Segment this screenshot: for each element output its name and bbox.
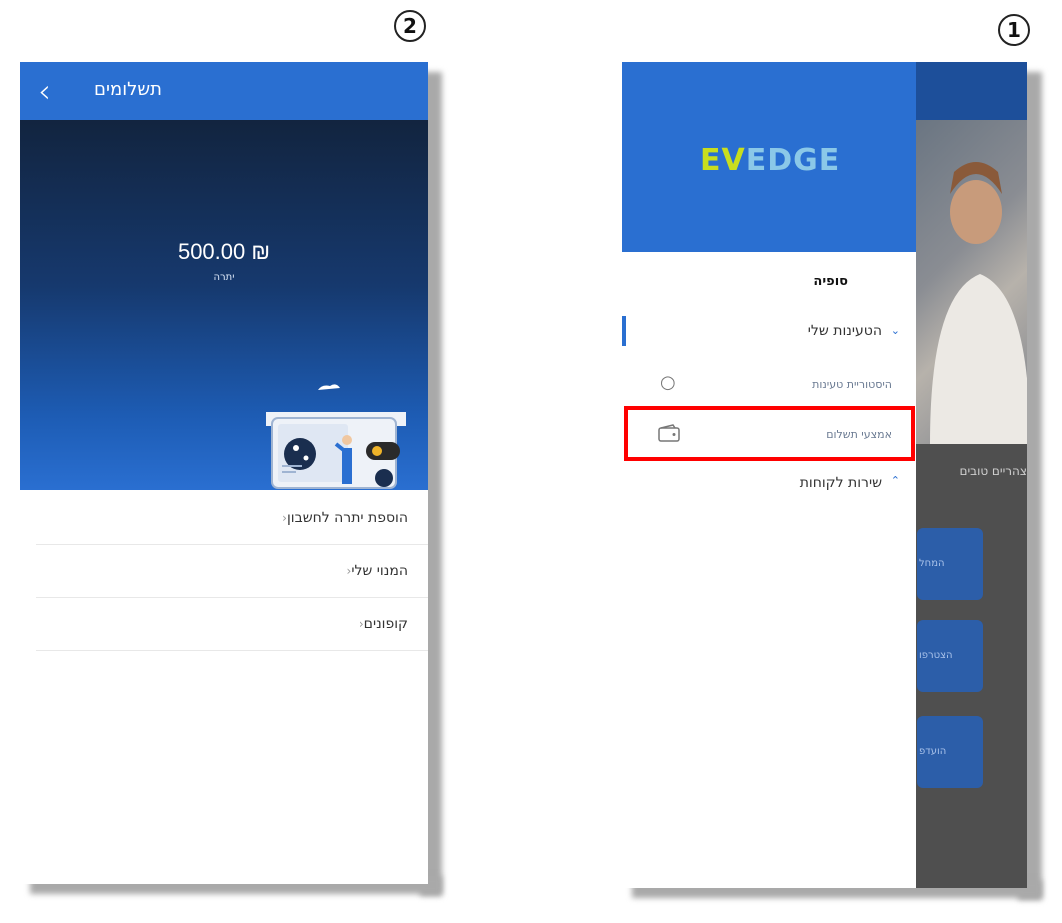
background-button-1: המחל [917, 528, 983, 600]
payments-menu: הוספת יתרה לחשבון ‹ המנוי שלי ‹ קופונים … [36, 492, 428, 651]
balance-label: יתרה [213, 272, 235, 283]
chevron-down-icon: ⌄ [890, 324, 900, 337]
background-header [916, 62, 1027, 120]
step-badge-2: 2 [394, 10, 426, 42]
menu-item-label: קופונים [363, 616, 408, 632]
drawer-header: EVEDGE [622, 62, 916, 252]
chevron-left-icon: ‹ [358, 617, 364, 631]
person-photo [930, 162, 1027, 444]
wallet-illustration [266, 384, 406, 489]
background-greeting: צהריים טובים [959, 464, 1027, 478]
header-bar: ‹ תשלומים [20, 62, 428, 120]
chevron-left-icon: ‹ [282, 511, 287, 525]
balance-amount: 500.00 ₪ [177, 239, 271, 264]
payments-screen: ‹ תשלומים 500.00 ₪ יתרה הוספת יתרה לחשבו… [20, 62, 428, 884]
nav-item-label: היסטוריית טעינות [812, 378, 892, 391]
background-photo [916, 120, 1027, 444]
nav-item-label: הטעינות שלי [807, 323, 882, 339]
nav-item-charging-history[interactable]: היסטוריית טעינות ○ [622, 370, 916, 398]
drawer-screen: צהריים טובים המחל הצטרפו הועדפ EVEDGE סו… [622, 62, 1027, 888]
nav-item-label: שירות לקוחות [799, 475, 882, 491]
brand-logo: EVEDGE [700, 143, 841, 178]
menu-item-label: הוספת יתרה לחשבון [286, 510, 408, 526]
nav-item-my-charges[interactable]: ⌄ הטעינות שלי [622, 318, 916, 346]
background-button-2: הצטרפו [917, 620, 983, 692]
circle-icon: ○ [660, 372, 676, 393]
menu-item-label: המנוי שלי [351, 563, 408, 579]
menu-item-add-balance[interactable]: הוספת יתרה לחשבון ‹ [36, 492, 428, 545]
highlight-box [624, 406, 915, 461]
side-drawer: EVEDGE סופיה ⌄ הטעינות שלי היסטוריית טעי… [622, 62, 916, 888]
chevron-left-icon: ‹ [346, 564, 352, 578]
menu-item-coupons[interactable]: קופונים ‹ [36, 598, 428, 651]
chevron-up-icon: ⌃ [890, 474, 900, 487]
step-badge-1: 1 [998, 14, 1030, 46]
nav-item-customer-service[interactable]: ⌃ שירות לקוחות [622, 470, 916, 498]
background-button-3: הועדפ [917, 716, 983, 788]
chevron-left-icon[interactable]: ‹ [38, 74, 64, 108]
user-name: סופיה [813, 274, 848, 289]
menu-item-my-subscription[interactable]: המנוי שלי ‹ [36, 545, 428, 598]
page-title: תשלומים [94, 79, 162, 100]
balance-panel: 500.00 ₪ יתרה [20, 120, 428, 490]
